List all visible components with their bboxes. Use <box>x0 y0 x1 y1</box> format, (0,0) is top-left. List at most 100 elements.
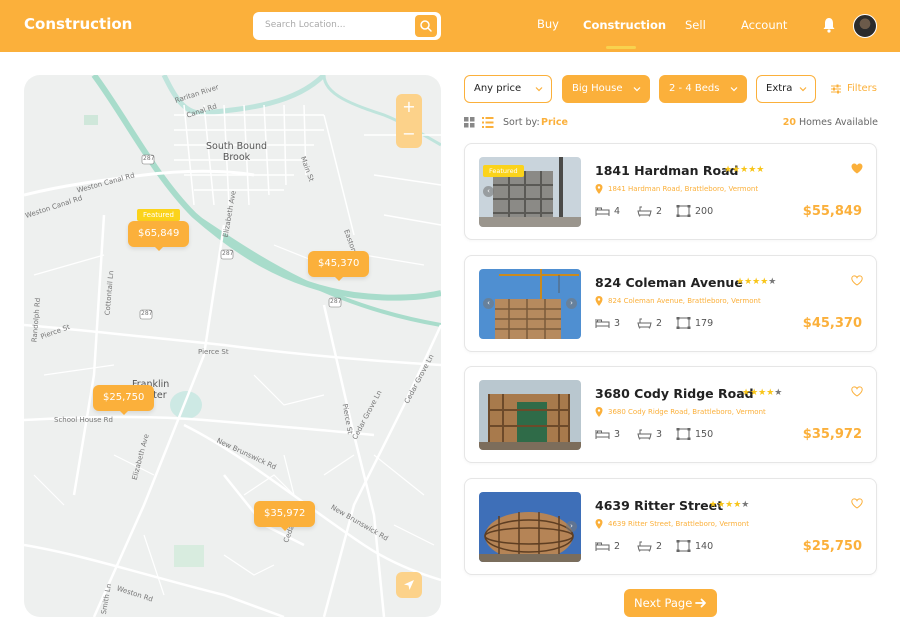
brand-logo[interactable]: Construction <box>24 15 132 33</box>
navigation-arrow-icon <box>404 580 414 590</box>
bed-icon <box>595 207 610 216</box>
filter-price[interactable]: Any price <box>464 75 552 103</box>
photo-prev-button[interactable]: ‹ <box>483 298 494 309</box>
chevron-down-icon <box>730 87 738 92</box>
filter-beds-label: 2 - 4 Beds <box>669 83 720 94</box>
listing-card[interactable]: Featured ‹ 1841 Hardman Road ★★★★★ 1841 … <box>464 143 877 240</box>
beds-count: 2 <box>595 541 620 552</box>
sort-value[interactable]: Price <box>541 117 568 128</box>
next-page-label: Next Page <box>634 596 693 610</box>
area-value: 200 <box>695 206 714 217</box>
listing-card[interactable]: 3680 Cody Ridge Road ★★★★★ 3680 Cody Rid… <box>464 366 877 463</box>
sliders-icon <box>831 84 841 94</box>
homes-count-suffix: Homes Available <box>798 117 878 128</box>
nav-buy[interactable]: Buy <box>537 17 559 31</box>
photo-prev-button[interactable]: ‹ <box>483 186 494 197</box>
listing-title[interactable]: 3680 Cody Ridge Road <box>595 386 754 401</box>
photo-next-button[interactable]: › <box>566 521 577 532</box>
homes-count-number: 20 <box>782 117 796 128</box>
map-label-287-b: 287 <box>222 250 234 257</box>
arrow-right-icon <box>695 598 706 608</box>
listing-address-text: 4639 Ritter Street, Brattleboro, Vermont <box>608 520 749 528</box>
listing-card[interactable]: › 4639 Ritter Street ★★★★★ 4639 Ritter S… <box>464 478 877 575</box>
star-rating: ★★★★★ <box>709 500 750 510</box>
area-icon <box>676 205 691 217</box>
heart-outline-icon[interactable] <box>851 386 863 397</box>
area-icon <box>676 540 691 552</box>
chevron-down-icon <box>633 87 641 92</box>
beds-count: 3 <box>595 429 620 440</box>
filter-extra[interactable]: Extra <box>756 75 816 103</box>
listing-address-text: 824 Coleman Avenue, Brattleboro, Vermont <box>608 297 761 305</box>
nav-construction[interactable]: Construction <box>583 18 666 32</box>
homes-count: 20 Homes Available <box>783 117 878 128</box>
baths-count: 2 <box>637 206 662 217</box>
zoom-in-button[interactable]: + <box>396 94 422 120</box>
bed-icon <box>595 430 610 439</box>
bell-icon[interactable] <box>822 17 836 33</box>
chevron-down-icon <box>799 87 807 92</box>
heart-filled-icon[interactable] <box>851 163 863 174</box>
map-label-287-a: 287 <box>143 155 155 162</box>
filters-button[interactable]: Filters <box>830 83 877 94</box>
filter-extra-label: Extra <box>766 83 793 94</box>
zoom-out-button[interactable]: − <box>396 121 422 147</box>
listing-title[interactable]: 824 Coleman Avenue <box>595 275 743 290</box>
listing-address: 4639 Ritter Street, Brattleboro, Vermont <box>595 519 749 529</box>
star-rating: ★★★★★ <box>736 277 777 287</box>
star-rating: ★★★★★ <box>724 165 765 175</box>
listing-price: $25,750 <box>802 539 862 554</box>
listing-photo[interactable] <box>479 380 581 450</box>
listing-title[interactable]: 1841 Hardman Road <box>595 163 738 178</box>
beds-value: 4 <box>614 206 621 217</box>
map-price-pin[interactable]: $45,370 <box>308 251 370 281</box>
baths-value: 2 <box>656 206 663 217</box>
locate-button[interactable] <box>396 572 422 598</box>
map-label-pierce-st-2: Pierce St <box>198 348 229 356</box>
next-page-button[interactable]: Next Page <box>624 589 717 617</box>
nav-sell[interactable]: Sell <box>685 18 706 32</box>
nav-account[interactable]: Account <box>741 18 787 32</box>
zoom-control: + − <box>396 94 422 148</box>
filter-beds[interactable]: 2 - 4 Beds <box>659 75 747 103</box>
chevron-down-icon <box>535 87 543 92</box>
baths-count: 2 <box>637 541 662 552</box>
listing-address: 1841 Hardman Road, Brattleboro, Vermont <box>595 184 759 194</box>
location-pin-icon <box>595 519 603 529</box>
map-price-pin[interactable]: $65,849 <box>128 221 190 251</box>
grid-view-icon[interactable] <box>464 117 475 128</box>
location-pin-icon <box>595 407 603 417</box>
sort-label: Sort by: <box>503 117 540 128</box>
area-size: 179 <box>676 317 714 329</box>
area-value: 150 <box>695 429 714 440</box>
filters-label: Filters <box>847 83 877 94</box>
area-size: 150 <box>676 428 714 440</box>
search-box[interactable]: Search Location... <box>253 12 441 40</box>
area-size: 140 <box>676 540 713 552</box>
listing-card[interactable]: ‹ › 824 Coleman Avenue ★★★★★ 824 Coleman… <box>464 255 877 352</box>
search-input[interactable]: Search Location... <box>265 20 345 30</box>
baths-count: 3 <box>637 429 662 440</box>
listing-address: 824 Coleman Avenue, Brattleboro, Vermont <box>595 296 761 306</box>
heart-outline-icon[interactable] <box>851 498 863 509</box>
top-header: Construction Search Location... Buy Cons… <box>0 0 900 52</box>
sort-bar: Sort by: Price 20 Homes Available <box>464 116 878 132</box>
listing-title[interactable]: 4639 Ritter Street <box>595 498 723 513</box>
photo-next-button[interactable]: › <box>566 298 577 309</box>
area-value: 179 <box>695 318 714 329</box>
listing-price: $35,972 <box>802 427 862 442</box>
list-view-icon[interactable] <box>482 117 494 128</box>
listing-address-text: 1841 Hardman Road, Brattleboro, Vermont <box>608 185 759 193</box>
search-button[interactable] <box>415 15 437 37</box>
listing-address-text: 3680 Cody Ridge Road, Brattleboro, Vermo… <box>608 408 766 416</box>
baths-value: 3 <box>656 429 663 440</box>
baths-value: 2 <box>656 318 663 329</box>
map-price-pin[interactable]: $25,750 <box>93 385 155 415</box>
heart-outline-icon[interactable] <box>851 275 863 286</box>
filter-house-type[interactable]: Big House <box>562 75 650 103</box>
bathtub-icon <box>637 541 652 552</box>
map-panel[interactable]: Raritan River Canal Rd South Bound Brook… <box>24 75 441 617</box>
map-price-pin[interactable]: $35,972 <box>254 501 316 531</box>
map-label-287-d: 287 <box>141 310 153 317</box>
avatar[interactable] <box>853 14 877 38</box>
